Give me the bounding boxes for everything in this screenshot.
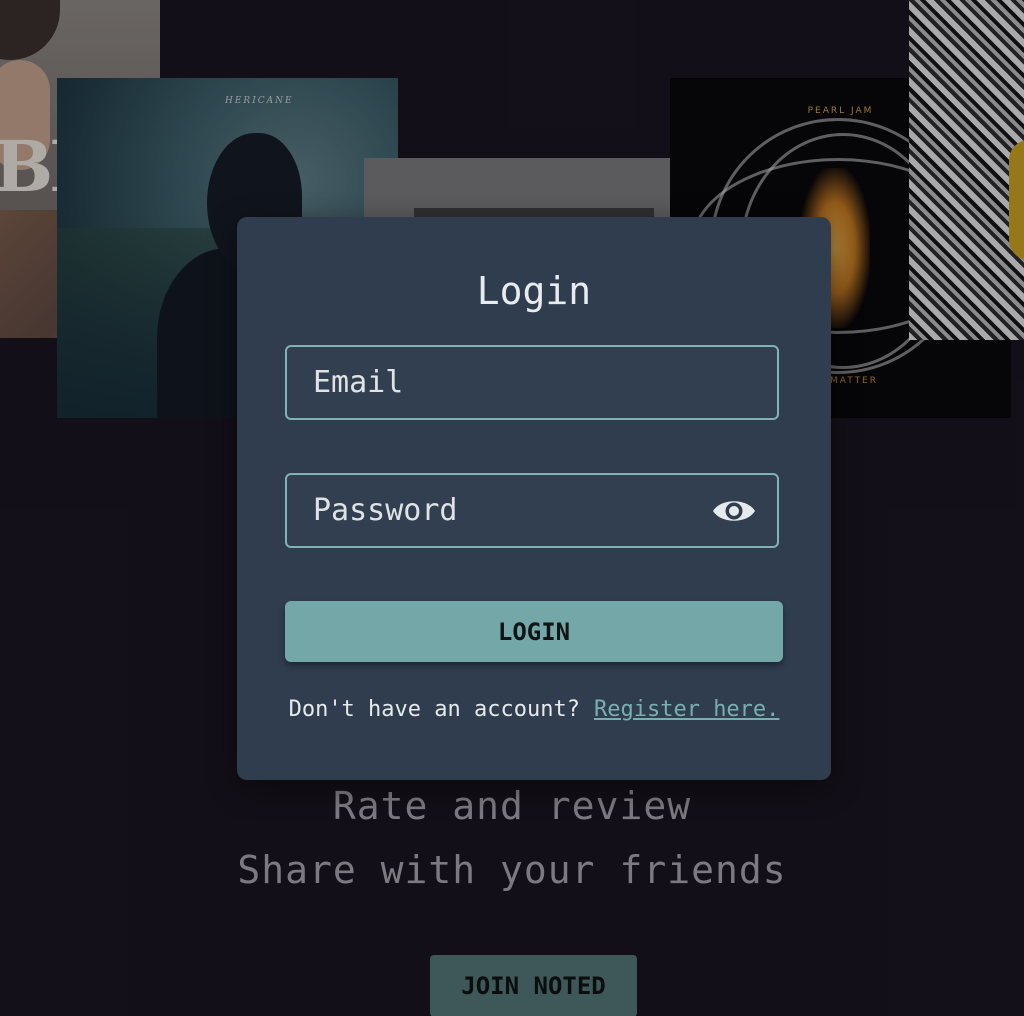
register-link[interactable]: Register here. — [594, 697, 779, 722]
album-cover-title: HERICANE — [225, 96, 294, 106]
album-cover-graffiti — [909, 0, 1024, 340]
email-input[interactable] — [287, 347, 777, 418]
tagline-rate: Rate and review — [332, 784, 692, 828]
join-button[interactable]: JOIN NOTED — [430, 955, 637, 1016]
password-input[interactable] — [287, 475, 777, 546]
login-modal: Login LOGIN Don't have an account? Regist… — [237, 217, 831, 780]
email-field — [285, 345, 779, 420]
landing-page: BE HERICANE PEARL JAM MATTER Rate and re… — [0, 0, 1024, 1016]
modal-title: Login — [476, 269, 592, 313]
album-title-text: MATTER — [830, 376, 878, 386]
eye-icon[interactable] — [711, 495, 757, 527]
register-row: Don't have an account? Register here. — [237, 697, 831, 722]
yellow-graphic — [1009, 140, 1024, 260]
login-button[interactable]: LOGIN — [285, 601, 783, 662]
cowboy-hat-graphic — [0, 0, 60, 60]
tagline-share: Share with your friends — [237, 848, 787, 892]
password-field — [285, 473, 779, 548]
register-prompt: Don't have an account? — [288, 697, 580, 722]
